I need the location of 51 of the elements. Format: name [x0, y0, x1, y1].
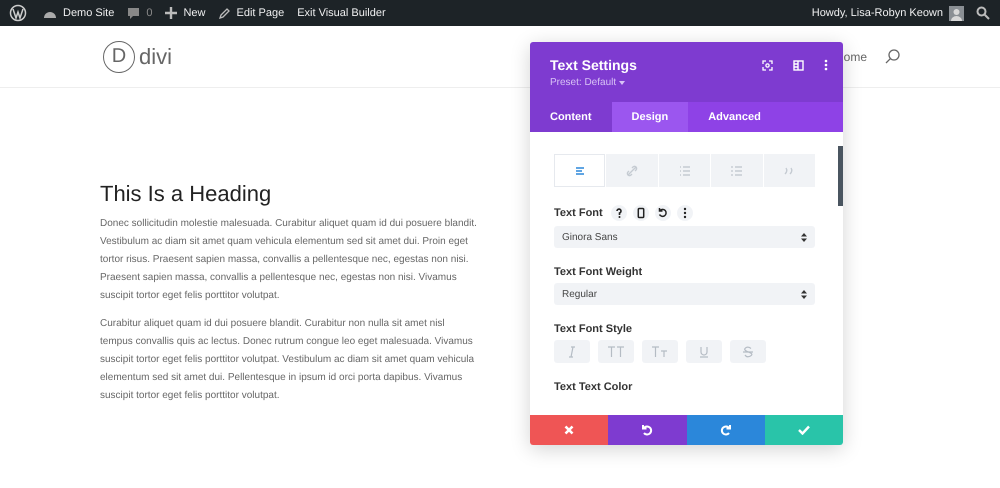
field-label: Text Font Weight [554, 266, 642, 278]
search-icon[interactable] [885, 49, 900, 64]
sort-arrows-icon [801, 290, 807, 298]
paragraph: Curabitur aliquet quam id dui posuere blandit. Curabitur non nulla sit amet nisl tempus convallis quis ac lectus. Donec rutrum congue leo eget malesuada. Vivamus suscipit tortor eget felis porttitor volutpat. Vestibulum ac diam sit amet quam vehicula elementum sed sit amet dui. Pellentesque in ipsum id orci porta dapibus. Vivamus suscipit tortor eget felis porttitor volutpat. [100, 317, 476, 403]
select-field[interactable]: Regular [554, 283, 815, 305]
select-field[interactable]: Ginora Sans [554, 226, 815, 248]
logo-letter[interactable]: D [103, 40, 135, 72]
wordpress-logo-icon[interactable] [9, 4, 27, 22]
heading: This Is a Heading [100, 181, 272, 207]
settings-tab[interactable]: Design [612, 102, 688, 132]
link-icon [625, 164, 640, 176]
preset-dropdown[interactable]: Preset: Default [550, 77, 637, 88]
site-link[interactable]: Demo Site [63, 7, 114, 19]
paragraph: Donec sollicitudin molestie malesuada. Curabitur aliquet quam id dui posuere blandit. Vestibulum ac diam sit amet quam vehicula elementum sed sit amet dui. Proin eget tortor risus. Praesent sapien massa, convallis a pellentesque nec, egestas non nisi. Praesent sapien massa, convallis a pellentesque nec, egestas non nisi. Vivamus suscipit tortor eget felis porttitor volutpat. [100, 217, 478, 303]
sort-arrows-icon [801, 232, 807, 242]
nav-link[interactable]: ome [844, 50, 867, 64]
undo-icon [641, 424, 654, 436]
avatar-icon[interactable] [949, 6, 964, 20]
logo-text[interactable]: divi [139, 44, 172, 70]
plus-icon[interactable] [165, 7, 178, 19]
scrollbar[interactable] [838, 146, 843, 206]
comment-icon[interactable] [127, 6, 140, 20]
uppercase-icon [607, 346, 625, 358]
mobile-icon[interactable] [632, 205, 649, 221]
redo-icon [720, 424, 732, 436]
close-icon [564, 425, 574, 435]
pencil-icon[interactable] [218, 7, 230, 19]
field-label: Text Text Color [554, 381, 632, 393]
reset-icon[interactable] [654, 205, 671, 221]
split-view-icon[interactable] [793, 60, 804, 70]
comment-count[interactable]: 0 [146, 7, 152, 19]
list-icon [678, 164, 692, 176]
help-icon[interactable] [610, 205, 627, 221]
more-icon[interactable] [824, 59, 828, 71]
exit-visual-builder-link[interactable]: Exit Visual Builder [297, 7, 386, 19]
new-link[interactable]: New [183, 7, 206, 19]
caret-icon [619, 80, 626, 84]
modal-title: Text Settings [550, 57, 637, 73]
settings-tab[interactable]: Content [530, 102, 612, 132]
more-icon[interactable] [676, 205, 693, 221]
undo-button[interactable] [608, 415, 686, 445]
search-icon[interactable] [976, 6, 990, 20]
field-label: Text Font Style [554, 323, 632, 335]
redo-button[interactable] [686, 415, 765, 445]
expand-icon[interactable] [762, 60, 773, 70]
ordered-list-icon [730, 164, 744, 176]
edit-page-link[interactable]: Edit Page [236, 7, 284, 19]
field-label: Text Font [554, 207, 603, 219]
checkmark-icon [798, 425, 810, 435]
smallcaps-icon [651, 346, 669, 358]
greeting-link[interactable]: Howdy, Lisa-Robyn Keown [812, 7, 943, 19]
